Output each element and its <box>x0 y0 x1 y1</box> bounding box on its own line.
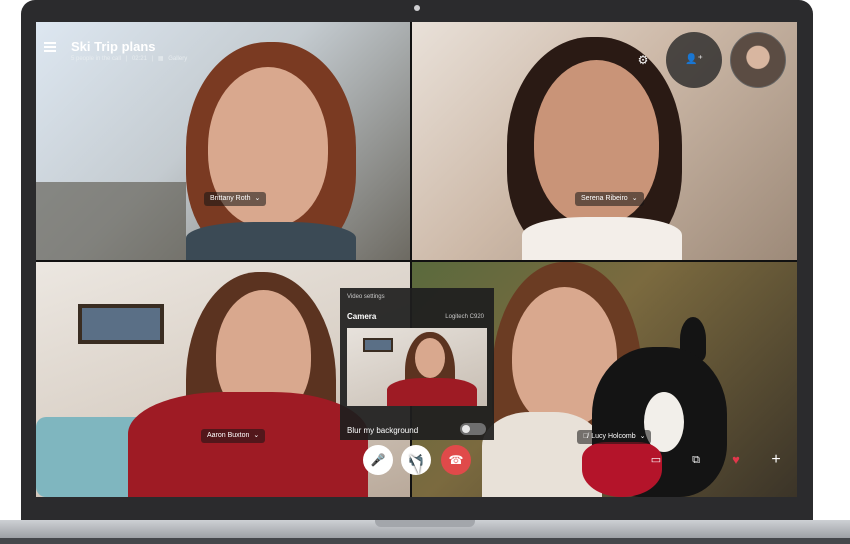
call-duration: 02:21 <box>131 56 147 62</box>
participant-name-tag[interactable]: Serena Ribeiro ⌄ <box>575 192 644 206</box>
plus-icon: + <box>771 451 781 468</box>
microphone-icon: 🎤 <box>370 453 386 467</box>
add-people-button[interactable]: 👤⁺ <box>666 32 722 88</box>
end-call-button[interactable]: ☎ <box>441 445 471 475</box>
background-railing <box>36 182 186 260</box>
laptop-notch <box>375 520 475 527</box>
blur-background-toggle[interactable] <box>460 423 486 435</box>
call-screen: Brittany Roth ⌄ Serena Ribeiro ⌄ Aaron Bux… <box>36 22 797 497</box>
mute-icon: 🎙̸ <box>583 433 589 440</box>
webcam-dot <box>414 5 420 11</box>
react-button[interactable]: ♥ <box>727 451 745 469</box>
video-settings-heading: Video settings <box>347 294 385 300</box>
layout-mode[interactable]: Gallery <box>168 56 187 62</box>
hamburger-menu-icon[interactable] <box>44 42 56 52</box>
meta-separator: | <box>125 56 128 62</box>
laptop-base <box>0 520 850 544</box>
share-screen-button[interactable]: ⧉ <box>687 451 705 469</box>
self-view-avatar[interactable] <box>730 32 786 88</box>
chat-bubble-icon: ▭ <box>650 454 662 466</box>
gear-icon[interactable]: ⚙ <box>636 53 650 67</box>
wall-picture-frame <box>78 304 164 344</box>
chevron-down-icon: ⌄ <box>254 195 261 202</box>
preview-wall-frame <box>363 338 393 352</box>
chat-button[interactable]: ▭ <box>647 451 665 469</box>
participant-body <box>186 222 356 260</box>
gallery-grid-icon[interactable]: ▦ <box>158 56 164 62</box>
video-settings-panel: Video settings Camera Logitech C920 Blur… <box>340 288 494 440</box>
laptop-rim <box>0 538 850 544</box>
chevron-down-icon: ⌄ <box>631 195 638 202</box>
meta-separator: | <box>151 56 154 62</box>
participant-name: Lucy Holcomb <box>591 433 636 440</box>
participant-name: Serena Ribeiro <box>581 195 628 202</box>
chevron-down-icon: ⌄ <box>253 432 260 439</box>
preview-face <box>415 338 445 378</box>
share-screen-icon: ⧉ <box>692 454 700 466</box>
participant-name-tag[interactable]: 🎙̸ Lucy Holcomb ⌄ <box>577 430 652 444</box>
participant-name-tag[interactable]: Brittany Roth ⌄ <box>204 192 267 206</box>
call-title: Ski Trip plans <box>71 39 156 54</box>
camera-device-select[interactable]: Logitech C920 <box>445 314 484 320</box>
camera-preview <box>347 328 487 406</box>
blur-background-label: Blur my background <box>347 426 419 435</box>
preview-body <box>387 378 477 406</box>
heart-icon: ♥ <box>732 452 740 467</box>
mute-microphone-button[interactable]: 🎤 <box>363 445 393 475</box>
people-count: 5 people in the call <box>71 56 122 62</box>
participant-name-tag[interactable]: Aaron Buxton ⌄ <box>201 429 266 443</box>
participant-name: Brittany Roth <box>210 195 251 202</box>
participant-body <box>128 392 368 497</box>
participant-body <box>522 217 682 260</box>
participant-name: Aaron Buxton <box>207 432 250 439</box>
add-person-icon: 👤⁺ <box>685 54 703 65</box>
call-meta: 5 people in the call | 02:21 | ▦ Gallery <box>71 55 190 62</box>
hang-up-icon: ☎ <box>448 453 464 467</box>
more-options-button[interactable]: + <box>767 451 785 469</box>
camera-label: Camera <box>347 312 377 321</box>
chevron-down-icon: ⌄ <box>639 433 646 440</box>
